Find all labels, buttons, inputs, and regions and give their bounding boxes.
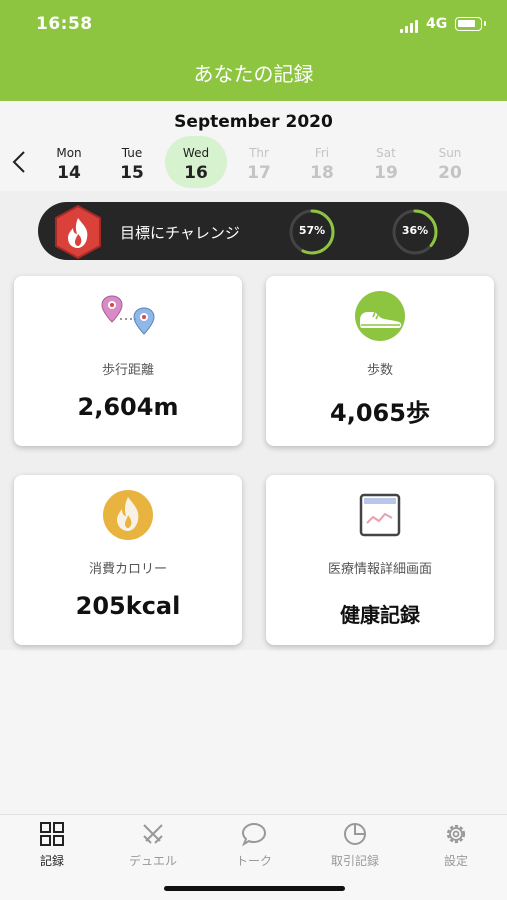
day-tue[interactable]: Tue 15 [101,136,163,188]
day-fri[interactable]: Fri 18 [291,136,353,188]
tab-label: デュエル [128,854,177,868]
home-indicator [164,886,345,891]
gear-icon [446,824,466,844]
progress-ring-2-text: 36% [401,224,429,237]
pie-chart-icon [344,823,366,845]
calories-card[interactable]: 消費カロリー 205kcal [14,475,242,645]
tab-transactions[interactable]: 取引記録 [310,821,400,873]
day-name: Sun [438,146,462,160]
week-day-selector: Mon 14 Tue 15 Wed 16 Thr 17 Fri 18 Sat 19 Sun 2… [36,136,507,188]
day-thr[interactable]: Thr 17 [228,136,290,188]
health-chart-icon [359,493,401,537]
status-bar: 16:58 4G [0,0,507,50]
card-label: 医療情報詳細画面 [327,562,432,577]
day-name: Mon [56,146,82,160]
fire-icon [103,490,153,540]
day-name: Wed [182,146,210,160]
tab-duel[interactable]: デュエル [108,821,198,873]
tab-label: 設定 [443,854,468,868]
battery-icon [455,17,486,31]
battery-level [458,20,475,27]
step-count-card[interactable]: 歩数 4,065歩 [266,276,494,446]
sneaker-icon [355,291,405,341]
day-number: 15 [120,163,144,183]
tab-label: 取引記録 [330,854,379,868]
walking-distance-card[interactable]: 歩行距離 2,604m [14,276,242,446]
grid-icon [40,822,64,846]
day-number: 16 [184,163,208,183]
back-arrow-icon[interactable] [8,149,32,175]
card-label: 歩行距離 [101,363,154,378]
day-number: 18 [310,163,334,183]
challenge-label: 目標にチャレンジ [120,224,240,242]
tab-records[interactable]: 記録 [7,821,97,873]
month-title: September 2020 [174,112,333,132]
day-number: 14 [57,163,81,183]
map-pins-icon [101,295,155,335]
day-mon[interactable]: Mon 14 [38,136,100,188]
swords-icon [143,824,163,844]
chat-bubble-icon [241,822,267,847]
day-sat[interactable]: Sat 19 [355,136,417,188]
signal-icon [400,19,420,33]
day-name: Fri [314,146,330,160]
tab-label: トーク [235,854,272,868]
page-title: あなたの記録 [193,62,314,86]
app-header: 16:58 4G あなたの記録 [0,0,507,101]
day-number: 17 [247,163,271,183]
progress-ring-1-text: 57% [298,224,326,237]
card-value: 健康記録 [340,603,420,627]
status-time: 16:58 [36,14,93,34]
card-label: 歩数 [366,363,393,378]
card-label: 消費カロリー [88,562,167,577]
tab-label: 記録 [39,854,64,868]
day-number: 20 [438,163,462,183]
day-name: Thr [249,146,269,160]
card-value: 205kcal [75,592,181,620]
network-type: 4G [426,16,448,32]
tab-talk[interactable]: トーク [209,821,299,873]
progress-ring-1: 57% [288,208,336,256]
card-value: 4,065歩 [330,399,430,427]
flame-icon [55,204,101,260]
tab-settings[interactable]: 設定 [411,821,501,873]
day-number: 19 [374,163,398,183]
challenge-banner[interactable]: 目標にチャレンジ 57% 36% [38,202,469,260]
card-value: 2,604m [77,393,179,421]
day-name: Tue [121,146,143,160]
day-name: Sat [376,146,396,160]
health-record-card[interactable]: 医療情報詳細画面 健康記録 [266,475,494,645]
progress-ring-2: 36% [391,208,439,256]
day-sun[interactable]: Sun 20 [419,136,481,188]
day-wed[interactable]: Wed 16 [165,136,227,188]
